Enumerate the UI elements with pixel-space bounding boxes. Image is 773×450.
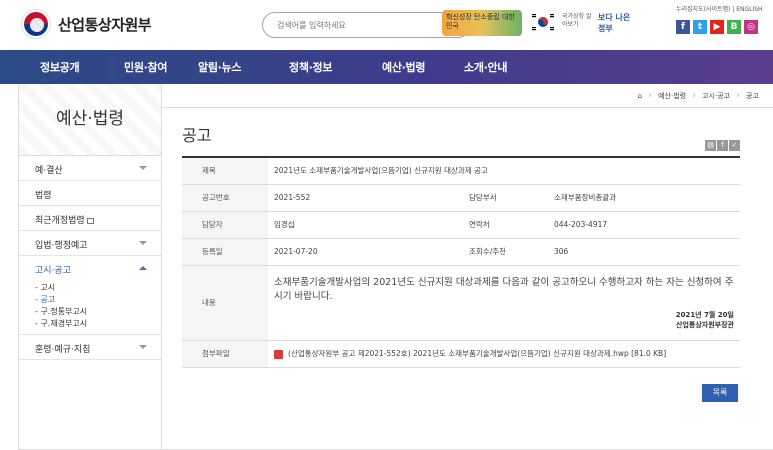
chevron-down-icon [139, 166, 147, 170]
signature-date: 2021년 7월 20일 [675, 310, 734, 319]
breadcrumb-bar: ⌂ › 예산·법령 › 고시·공고 › 공고 [162, 84, 773, 108]
sidebar-item-recent-laws[interactable]: 최근개정법령 [19, 206, 161, 231]
submenu-item-announcement[interactable]: - 공고 [35, 294, 161, 306]
label-number: 공고번호 [182, 184, 268, 212]
korean-flag-icon[interactable] [530, 12, 556, 32]
sidebar-item-label: 입법·행정예고 [35, 241, 88, 251]
submenu-item-old-mic-notice[interactable]: - 구.정통부고시 [35, 306, 161, 318]
nav-about[interactable]: 소개·안내 [464, 59, 507, 75]
sidebar-item-legislation-notice[interactable]: 입법·행정예고 [19, 231, 161, 256]
twitter-share-icon[interactable]: ✓ [729, 140, 740, 151]
notices-submenu: - 고시 - 공고 - 구.정통부고시 - 구.재경부고시 [19, 276, 161, 335]
social-links: f t ▶ B ◎ [676, 20, 758, 34]
value-number: 2021-552 [268, 184, 463, 212]
value-contact: 044-203-4917 [548, 211, 740, 239]
nav-civil-participation[interactable]: 민원·참여 [124, 59, 167, 75]
value-title: 2021년도 소재부품기술개발사업(으뜸기업) 신규지원 대상과제 공고 [268, 157, 740, 185]
youtube-icon[interactable]: ▶ [710, 20, 724, 34]
value-content: 소재부품기술개발사업의 2021년도 신규지원 대상과제를 다음과 같이 공고하… [268, 265, 740, 341]
value-views: 306 [548, 238, 740, 266]
sidebar-item-directives[interactable]: 훈령·예규·지침 [19, 335, 161, 360]
table-row: 내용 소재부품기술개발사업의 2021년도 신규지원 대상과제를 다음과 같이 … [182, 265, 740, 341]
nav-news[interactable]: 알림·뉴스 [198, 59, 241, 75]
label-manager: 담당자 [182, 211, 268, 239]
breadcrumb: ⌂ › 예산·법령 › 고시·공고 › 공고 [637, 90, 759, 101]
label-date: 등록일 [182, 238, 268, 266]
sidebar-item-label: 고시·공고 [35, 266, 71, 276]
label-content: 내용 [182, 265, 268, 341]
facebook-icon[interactable]: f [676, 20, 690, 34]
main-navigation: 정보공개 민원·참여 알림·뉴스 정책·정보 예산·법령 소개·안내 [0, 50, 773, 84]
twitter-icon[interactable]: t [693, 20, 707, 34]
label-views: 조회수/추천 [463, 238, 548, 266]
hwp-file-icon [274, 349, 283, 359]
table-row: 등록일 2021-07-20 조회수/추천 306 [182, 238, 740, 266]
breadcrumb-item[interactable]: 예산·법령 [658, 91, 686, 101]
nav-policy[interactable]: 정책·정보 [289, 59, 332, 75]
print-icon[interactable]: ▤ [705, 140, 716, 151]
chevron-down-icon [139, 241, 147, 245]
page-title: 공고 [182, 126, 212, 145]
chevron-up-icon [139, 266, 147, 270]
list-button[interactable]: 목록 [702, 384, 738, 402]
submenu-item-notification[interactable]: - 고시 [35, 282, 161, 294]
attachment-link[interactable]: (산업통상자원부 공고 제2021-552호) 2021년도 소재부품기술개발사… [288, 349, 666, 358]
external-link-icon [86, 217, 94, 224]
chevron-down-icon [139, 345, 147, 349]
signature-name: 산업통상자원부장관 [676, 320, 734, 329]
main-content: ⌂ › 예산·법령 › 고시·공고 › 공고 공고 ▤ f ✓ 제목 2021년도 소… [162, 84, 773, 450]
table-row: 담당자 임경섭 연락처 044-203-4917 [182, 211, 740, 239]
sidebar-item-laws[interactable]: 법령 [19, 181, 161, 206]
nav-info-disclosure[interactable]: 정보공개 [40, 59, 80, 75]
government-emblem-icon [22, 10, 50, 38]
attachment-cell: (산업통상자원부 공고 제2021-552호) 2021년도 소재부품기술개발사… [268, 340, 740, 368]
facebook-share-icon[interactable]: f [717, 140, 728, 151]
table-row: 공고번호 2021-552 담당부서 소재부품장비총괄과 [182, 184, 740, 212]
search-input[interactable] [277, 17, 437, 33]
sidebar-item-label: 법령 [35, 191, 52, 201]
flag-label[interactable]: 국가상징 알아보기 [562, 13, 592, 29]
breadcrumb-item[interactable]: 고시·공고 [702, 91, 730, 101]
side-menu-title: 예산·법령 [19, 84, 161, 156]
label-contact: 연락처 [463, 211, 548, 239]
site-logo[interactable]: 산업통상자원부 [22, 10, 152, 38]
label-attachment: 첨부파일 [182, 340, 268, 368]
value-dept: 소재부품장비총괄과 [548, 184, 740, 212]
share-tools: ▤ f ✓ [705, 140, 740, 151]
value-manager: 임경섭 [268, 211, 463, 239]
logo-text: 산업통상자원부 [58, 15, 152, 34]
home-icon[interactable]: ⌂ [638, 92, 642, 100]
table-row: 제목 2021년도 소재부품기술개발사업(으뜸기업) 신규지원 대상과제 공고 [182, 157, 740, 185]
utility-links[interactable]: 누리집지도(사이트맵) | ENGLISH [676, 4, 763, 13]
search-box [262, 12, 471, 38]
label-title: 제목 [182, 157, 268, 185]
sidebar-item-label: 최근개정법령 [35, 216, 85, 226]
nav-budget-law[interactable]: 예산·법령 [382, 59, 425, 75]
sidebar-item-label: 훈령·예규·지침 [35, 345, 91, 355]
signature: 2021년 7월 20일 산업통상자원부장관 [274, 310, 734, 330]
table-row: 첨부파일 (산업통상자원부 공고 제2021-552호) 2021년도 소재부품… [182, 340, 740, 368]
side-menu: 예산·법령 예·결산 법령 최근개정법령 입법·행정예고 고시·공고 - 고시 … [18, 84, 162, 450]
label-dept: 담당부서 [463, 184, 548, 212]
breadcrumb-item[interactable]: 공고 [746, 91, 759, 101]
sidebar-item-label: 예·결산 [35, 166, 63, 176]
campaign-banner[interactable]: 혁신성장 탄소중립 대한민국 [442, 10, 522, 36]
value-date: 2021-07-20 [268, 238, 463, 266]
content-text: 소재부품기술개발사업의 2021년도 신규지원 대상과제를 다음과 같이 공고하… [274, 276, 734, 302]
sidebar-item-notices[interactable]: 고시·공고 [19, 256, 161, 276]
blog-icon[interactable]: B [727, 20, 741, 34]
sidebar-item-budget[interactable]: 예·결산 [19, 156, 161, 181]
better-government-banner[interactable]: 보다 나은 정부 [598, 12, 640, 34]
submenu-item-old-mofe-notice[interactable]: - 구.재경부고시 [35, 318, 161, 330]
notice-detail-table: 제목 2021년도 소재부품기술개발사업(으뜸기업) 신규지원 대상과제 공고 … [182, 156, 740, 368]
instagram-icon[interactable]: ◎ [744, 20, 758, 34]
site-header: 산업통상자원부 혁신성장 탄소중립 대한민국 국가상징 알아보기 보다 나은 정… [0, 0, 773, 50]
